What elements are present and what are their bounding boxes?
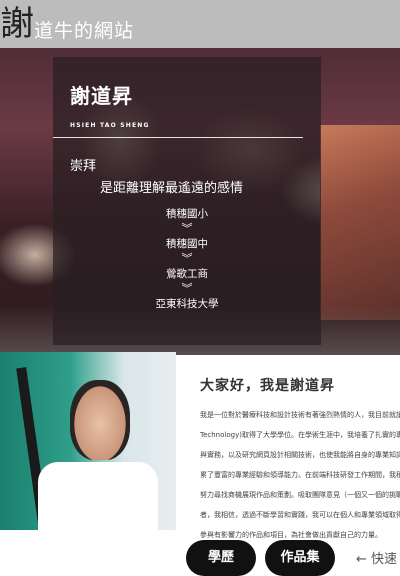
timeline-item: 鶯歌工商	[166, 268, 208, 280]
intro-line: 努力尋找商機展現作品和策劃。吸取團隊意見（一個又一個的挑戰中學習成長	[200, 491, 400, 499]
intro-line: 累了豐富的專業經驗和領導能力。在前端科技研發工作期間，我積極參與專案並	[200, 471, 400, 479]
timeline-item: 積穗國小	[166, 208, 208, 220]
intro-paragraph: 我是一位對於醫療科技和設計技術有著強烈熱情的人，我目前就讀於亞東科技大學 Tec…	[200, 405, 400, 545]
intro-line: Technology)取得了大學學位。在學術生涯中，我培養了扎實的專業知識和實作…	[200, 431, 400, 439]
profile-name-english: HSIEH TAO SHENG	[70, 122, 150, 129]
education-timeline: 積穗國小 ︾ 積穗國中 ︾ 鶯歌工商 ︾ 亞東科技大學	[53, 207, 321, 311]
hero-panel: 謝道昇 HSIEH TAO SHENG 崇拜 是距離理解最遙遠的感情 積穗國小 …	[53, 57, 321, 345]
timeline-item: 亞東科技大學	[155, 298, 219, 310]
intro-line: 我是一位對於醫療科技和設計技術有著強烈熱情的人，我目前就讀於亞東科技大學	[200, 411, 400, 419]
portfolio-button[interactable]: 作品集	[265, 540, 335, 576]
portrait-head-shape	[70, 380, 130, 460]
double-chevron-down-icon: ︾	[181, 282, 193, 295]
hero-side-photo	[320, 125, 400, 320]
intro-line: 者，我相信，透過不斷學習和實踐，我可以在個人和專業領域取得更大的成功，	[200, 511, 400, 519]
panel-divider	[53, 137, 303, 138]
quick-link[interactable]: ← 快速	[356, 548, 397, 567]
double-chevron-down-icon: ︾	[181, 222, 193, 235]
education-button[interactable]: 學歷	[186, 540, 256, 576]
double-chevron-down-icon: ︾	[181, 252, 193, 265]
timeline-item: 積穗國中	[166, 238, 208, 250]
top-header: 謝 道牛的網站	[0, 0, 400, 48]
site-title[interactable]: 道牛的網站	[34, 16, 134, 43]
site-logo[interactable]: 謝	[0, 2, 34, 46]
profile-photo	[0, 352, 176, 530]
hero-quote: 是距離理解最遙遠的感情	[100, 181, 244, 196]
intro-title: 大家好，我是謝道昇	[200, 378, 335, 394]
profile-name: 謝道昇	[70, 84, 133, 108]
admire-label: 崇拜	[70, 159, 97, 174]
portrait-body-shape	[38, 462, 158, 530]
intro-line: 與實務，以及研究網頁設計相關技術，也使我能將自身的專業知識融入設計之中，	[200, 451, 400, 459]
